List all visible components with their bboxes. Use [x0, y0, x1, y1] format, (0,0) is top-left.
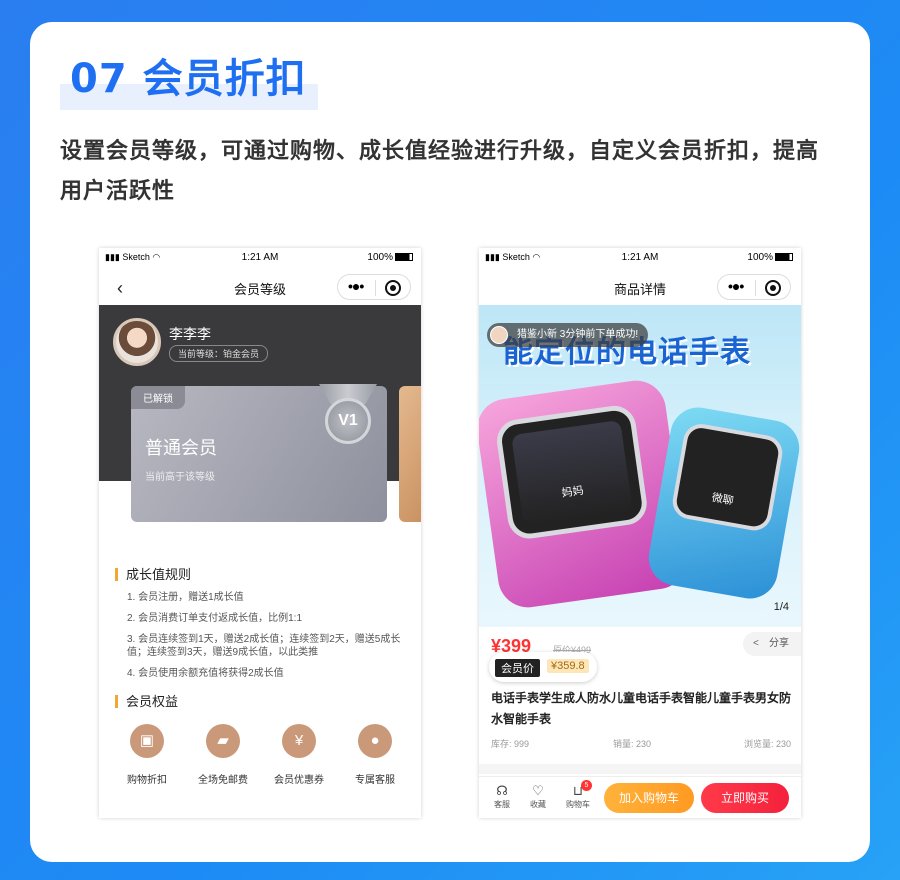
member-price-label: 会员价 [495, 659, 540, 677]
section-description: 设置会员等级，可通过购物、成长值经验进行升级，自定义会员折扣，提高用户活跃性 [60, 139, 820, 204]
battery-icon [395, 253, 413, 261]
status-bar: ▮▮▮ Sketch ◠ 1:21 AM 100% [99, 248, 421, 268]
benefits-heading: 会员权益 [115, 695, 178, 708]
delivery-truck-icon: ▰ [206, 724, 240, 758]
user-service-icon: ● [358, 724, 392, 758]
content-card: 07 会员折扣 设置会员等级，可通过购物、成长值经验进行升级，自定义会员折扣，提… [30, 22, 870, 862]
battery: 100% [747, 252, 793, 263]
mini-program-capsule: •●• [717, 274, 791, 300]
rule-item: 1. 会员注册，赠送1成长值 [127, 592, 244, 603]
user-name: 李李李 [169, 326, 211, 342]
coupon-icon: ¥ [282, 724, 316, 758]
benefit-coupon[interactable]: ¥ 会员优惠券 [259, 724, 339, 786]
close-target-icon[interactable] [385, 280, 401, 296]
stock-count: 库存: 999 [491, 739, 530, 749]
image-counter: 1/4 [773, 601, 789, 613]
share-button[interactable]: 分享 [743, 632, 801, 656]
view-count: 浏览量: 230 [743, 739, 791, 749]
more-dots-icon[interactable]: •●• [348, 278, 364, 294]
bottom-action-bar: ☊ 客服 ♡ 收藏 ⊔ 5 购物车 加入购物车 立即购买 [479, 776, 801, 818]
heart-icon: ♡ [532, 783, 544, 798]
section-title: 07 会员折扣 [70, 56, 307, 102]
member-level-phone: ▮▮▮ Sketch ◠ 1:21 AM 100% ‹ 会员等级 •●• 李李李… [99, 248, 421, 818]
rule-item: 4. 会员使用余额充值将获得2成长值 [127, 668, 284, 679]
avatar [490, 326, 508, 344]
avatar[interactable] [113, 318, 161, 366]
sales-count: 销量: 230 [613, 739, 652, 749]
product-image-carousel[interactable]: 能定位的电话手表 妈妈 微聊 猎鉴小新 3分钟前下单成功! 1/4 [479, 305, 801, 627]
status-bar: ▮▮▮ Sketch ◠ 1:21 AM 100% [479, 248, 801, 268]
battery: 100% [367, 252, 413, 263]
member-price-badge: 会员价 ¥359.8 [489, 652, 597, 682]
product-name: 电话手表学生成人防水儿童电话手表智能儿童手表男女防水智能手表 [491, 691, 792, 726]
member-card-name: 普通会员 [145, 438, 217, 458]
growth-rules-list: 1. 会员注册，赠送1成长值 2. 会员消费订单支付返成长值，比例1:1 3. … [127, 591, 407, 688]
cart-count-badge: 5 [581, 780, 592, 791]
product-detail-phone: ▮▮▮ Sketch ◠ 1:21 AM 100% 商品详情 •●• 能定位的电… [479, 248, 801, 818]
watch-chat-label: 微聊 [710, 491, 735, 508]
service-tab[interactable]: ☊ 客服 [485, 783, 519, 810]
battery-icon [775, 253, 793, 261]
benefit-free-shipping[interactable]: ▰ 全场免邮费 [183, 724, 263, 786]
unlocked-tag: 已解锁 [131, 386, 185, 409]
headset-icon: ☊ [496, 783, 508, 798]
member-price-value: ¥359.8 [547, 659, 589, 673]
favorite-tab[interactable]: ♡ 收藏 [521, 783, 555, 810]
user-level-badge: 当前等级：铂金会员 [169, 345, 269, 362]
close-target-icon[interactable] [765, 280, 781, 296]
divider [479, 764, 801, 774]
buy-now-button[interactable]: 立即购买 [701, 783, 789, 813]
medal-icon: V1 [325, 398, 371, 444]
more-dots-icon[interactable]: •●• [728, 278, 744, 294]
watch-caller-label: 妈妈 [560, 484, 585, 500]
nav-bar: 商品详情 •●• [479, 270, 801, 304]
growth-rules-heading: 成长值规则 [115, 568, 191, 581]
cart-tab[interactable]: ⊔ 5 购物车 [561, 780, 595, 810]
benefit-shopping-discount[interactable]: ▣ 购物折扣 [107, 724, 187, 786]
rule-item: 2. 会员消费订单支付返成长值，比例1:1 [127, 613, 303, 624]
shopping-bag-icon: ▣ [130, 724, 164, 758]
order-toast: 猎鉴小新 3分钟前下单成功! [487, 323, 649, 347]
mini-program-capsule: •●• [337, 274, 411, 300]
member-card-subtitle: 当前高于该等级 [145, 472, 215, 483]
benefit-service[interactable]: ● 专属客服 [335, 724, 415, 786]
rule-item: 3. 会员连续签到1天，赠送2成长值；连续签到2天，赠送5成长值；连续签到3天，… [127, 634, 401, 658]
add-to-cart-button[interactable]: 加入购物车 [604, 783, 694, 813]
member-card-next[interactable] [399, 386, 421, 522]
benefits-grid: ▣ 购物折扣 ▰ 全场免邮费 ¥ 会员优惠券 ● 专属客服 [99, 724, 421, 794]
nav-bar: ‹ 会员等级 •●• [99, 270, 421, 304]
